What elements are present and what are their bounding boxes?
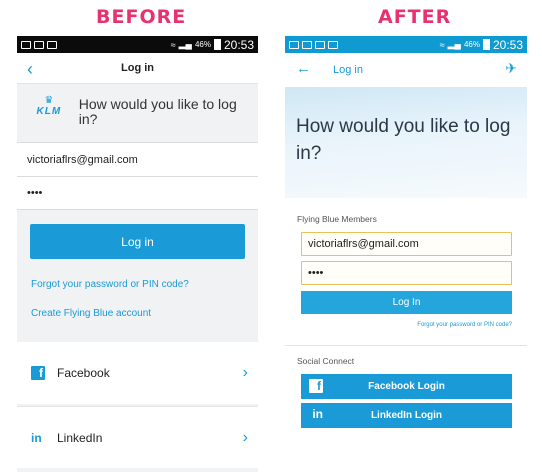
after-screen: ≈ ▂▄ 46% 20:53 ← Log in ✈ How would you …	[285, 36, 527, 472]
linkedin-login-button[interactable]: in LinkedIn Login	[301, 403, 512, 428]
facebook-label: Facebook	[57, 366, 110, 380]
linkedin-icon: in	[31, 430, 42, 445]
facebook-icon: f	[309, 379, 323, 393]
email-field[interactable]: victoriaflrs@gmail.com	[301, 232, 512, 256]
chevron-right-icon: ›	[242, 428, 248, 446]
before-screen: ≈ ▂▄ 46% 20:53 ‹ Log in ♛ KLM How would …	[17, 36, 258, 472]
top-bar: ‹ Log in	[17, 53, 258, 84]
status-bar: ≈ ▂▄ 46% 20:53	[17, 36, 258, 53]
top-bar: ← Log in ✈	[285, 53, 527, 87]
members-section-label: Flying Blue Members	[297, 214, 377, 224]
bag-icon	[315, 40, 325, 49]
page-title: Log in	[121, 62, 154, 74]
password-field[interactable]: ••••	[301, 261, 512, 285]
facebook-login-row[interactable]: f Facebook ›	[17, 342, 258, 404]
shop-icon	[328, 40, 338, 49]
login-question: How would you like to log in?	[78, 96, 237, 127]
plane-icon: ✈	[505, 60, 517, 76]
linkedin-icon: in	[312, 407, 323, 421]
photos-icon	[34, 40, 44, 49]
facebook-icon: f	[31, 366, 45, 380]
login-button[interactable]: Log In	[301, 291, 512, 314]
back-arrow-icon[interactable]: ←	[296, 60, 311, 77]
klm-logo: ♛ KLM	[33, 95, 65, 118]
login-button[interactable]: Log in	[30, 224, 245, 259]
page-title: Log in	[333, 64, 363, 76]
linkedin-login-row[interactable]: in LinkedIn ›	[17, 406, 258, 468]
social-section-label: Social Connect	[297, 356, 355, 366]
email-field[interactable]: victoriaflrs@gmail.com	[17, 142, 258, 176]
crown-icon: ♛	[44, 95, 54, 106]
back-icon[interactable]: ‹	[27, 59, 33, 80]
gallery-icon	[21, 40, 31, 49]
wifi-icon: ≈	[170, 39, 176, 50]
create-account-link[interactable]: Create Flying Blue account	[17, 308, 258, 319]
signal-icon: ▂▄	[178, 39, 192, 49]
facebook-login-button[interactable]: f Facebook Login	[301, 374, 512, 399]
status-bar: ≈ ▂▄ 46% 20:53	[285, 36, 527, 53]
gallery-icon	[289, 40, 299, 49]
hero-banner: How would you like to log in?	[285, 87, 527, 198]
facebook-login-label: Facebook Login	[368, 381, 445, 392]
linkedin-login-label: LinkedIn Login	[370, 410, 443, 421]
linkedin-label: LinkedIn	[57, 430, 103, 445]
after-caption: AFTER	[378, 6, 452, 28]
clock: 20:53	[223, 37, 254, 52]
chevron-right-icon: ›	[242, 364, 248, 381]
forgot-password-link[interactable]: Forgot your password or PIN code?	[285, 322, 527, 328]
forgot-password-link[interactable]: Forgot your password or PIN code?	[17, 279, 258, 290]
battery-percent: 46%	[463, 40, 480, 49]
before-caption: BEFORE	[96, 6, 187, 28]
wifi-icon: ≈	[439, 39, 445, 50]
password-field[interactable]: ••••	[17, 176, 258, 210]
signal-icon: ▂▄	[447, 39, 461, 49]
login-header: ♛ KLM How would you like to log in?	[17, 84, 258, 142]
battery-icon	[213, 39, 221, 50]
clock: 20:53	[492, 37, 523, 52]
photos-icon	[302, 40, 312, 49]
bag-icon	[47, 40, 57, 49]
battery-percent: 46%	[194, 40, 211, 49]
hero-title: How would you like to log in?	[296, 116, 511, 164]
battery-icon	[482, 39, 490, 50]
logo-text: KLM	[36, 106, 62, 117]
